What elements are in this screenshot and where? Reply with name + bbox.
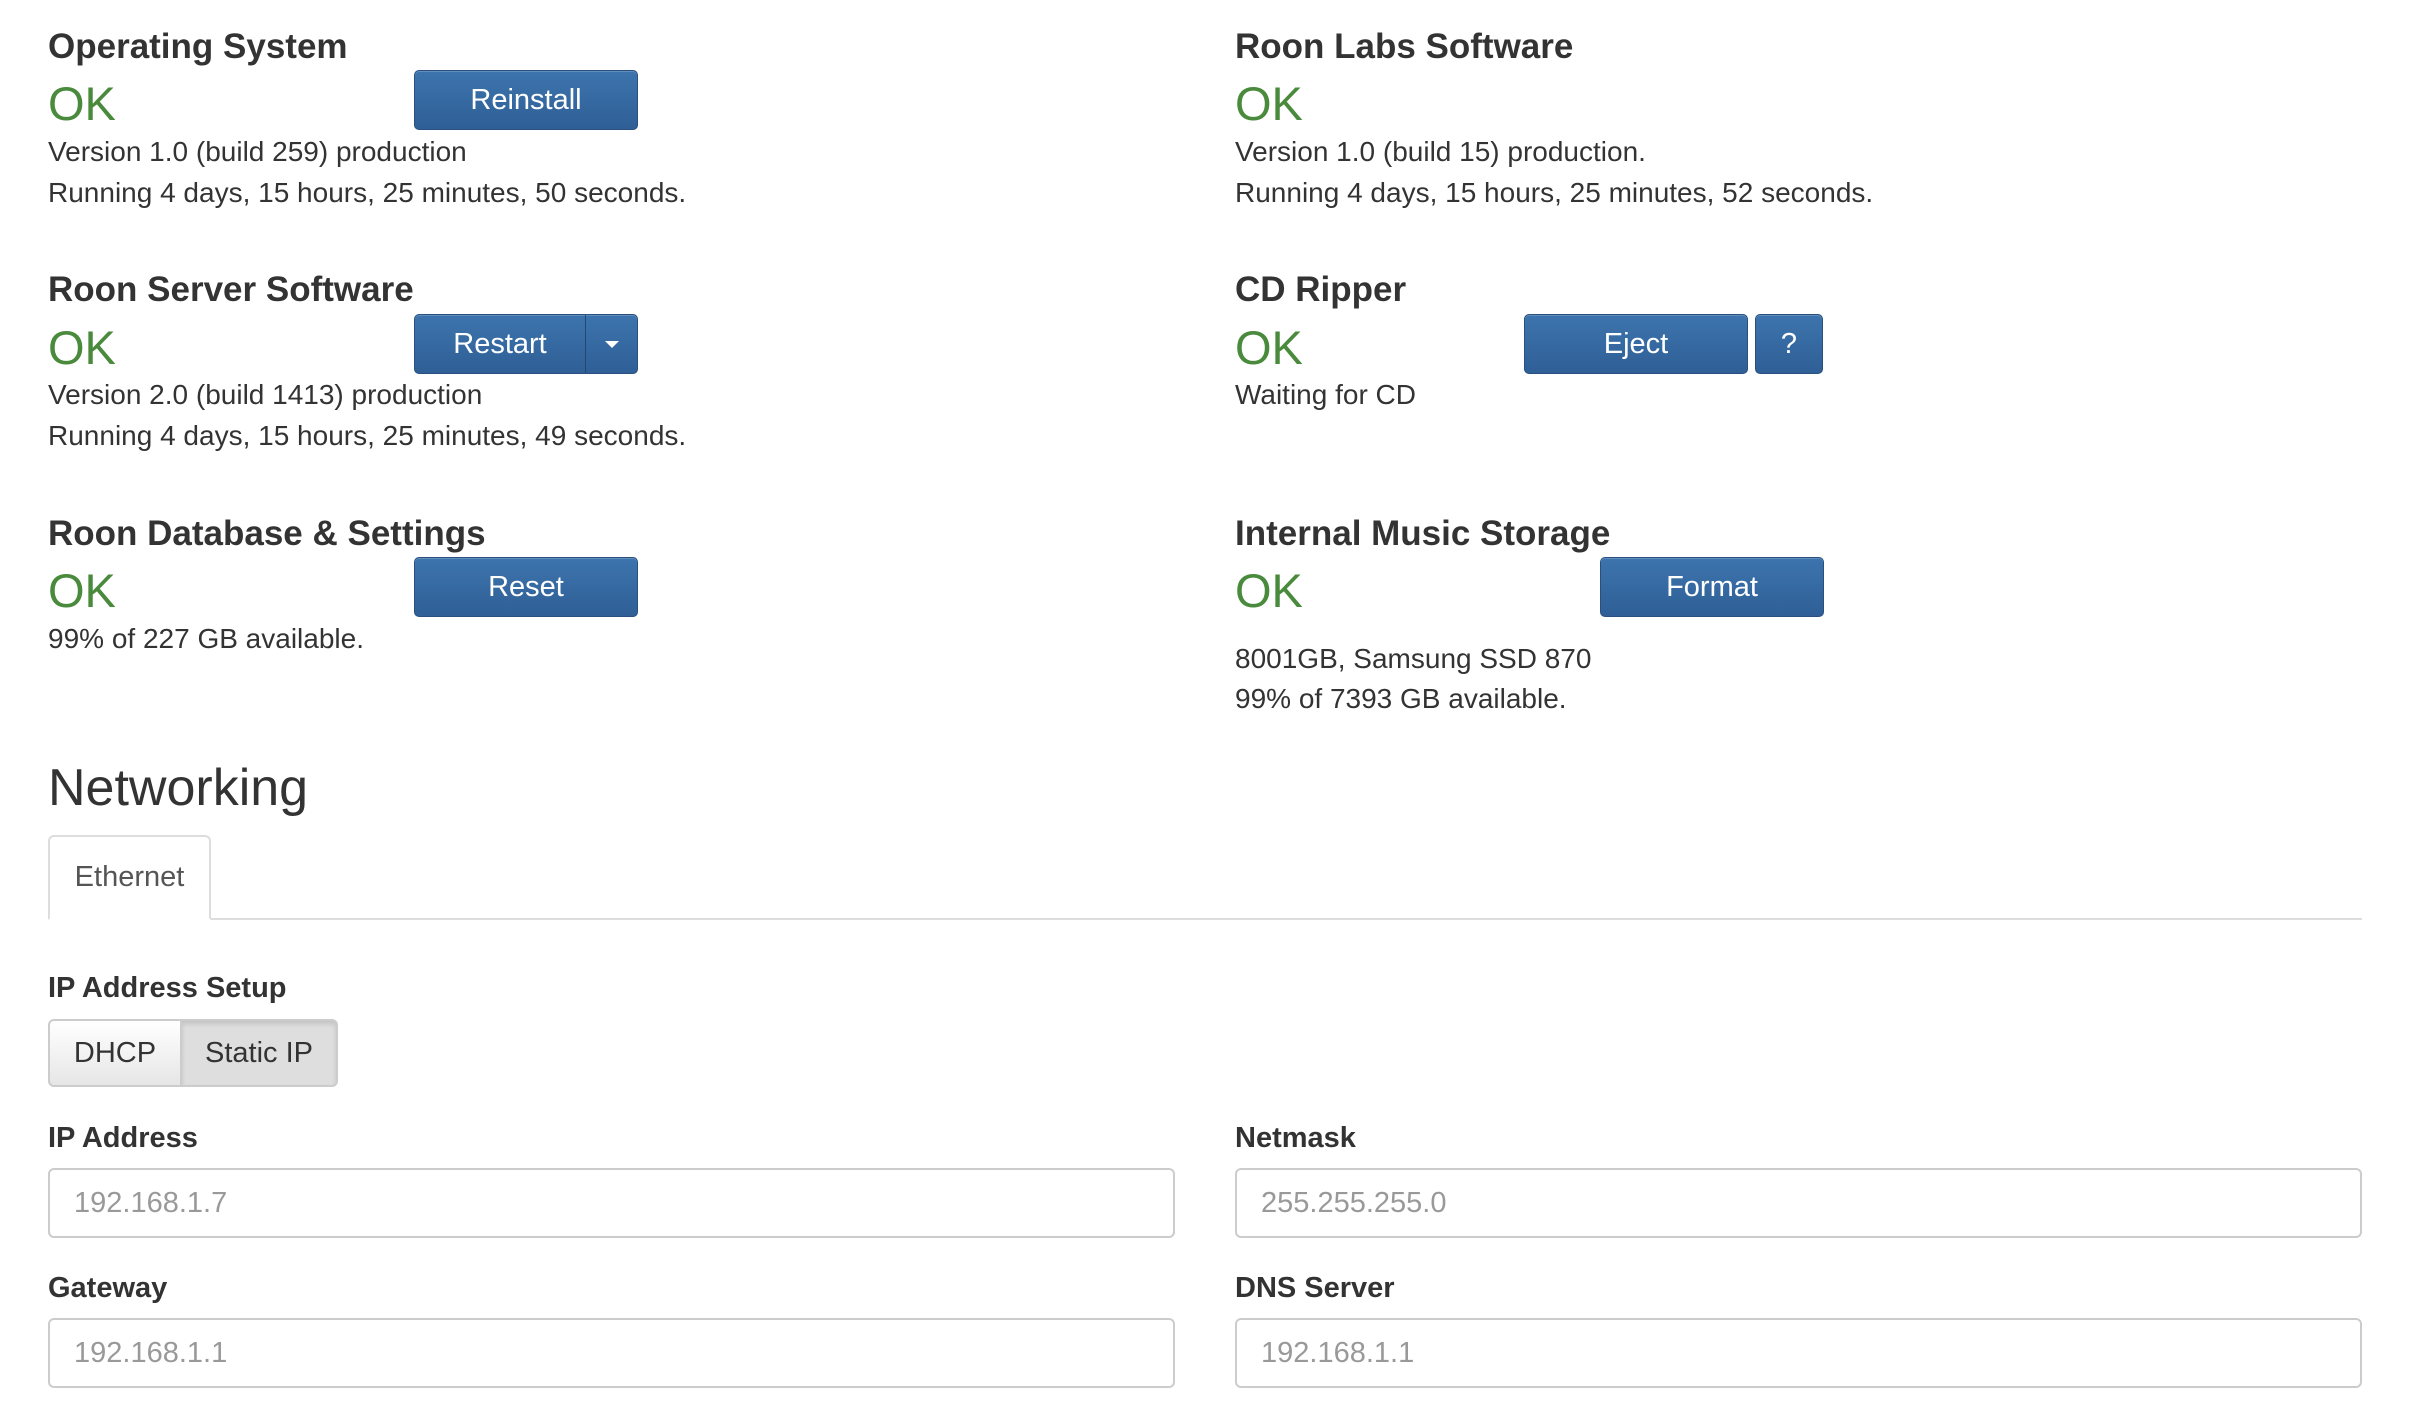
ip-address-label: IP Address — [48, 1122, 198, 1154]
os-status: OK — [48, 77, 116, 130]
dns-server-input[interactable] — [1235, 1318, 2362, 1388]
storage-device: 8001GB, Samsung SSD 870 — [1235, 643, 1592, 674]
db-space: 99% of 227 GB available. — [48, 623, 364, 654]
storage-space: 99% of 7393 GB available. — [1235, 683, 1567, 714]
labs-status: OK — [1235, 77, 1303, 130]
labs-title: Roon Labs Software — [1235, 27, 1574, 66]
os-uptime: Running 4 days, 15 hours, 25 minutes, 50… — [48, 177, 687, 208]
cd-status: OK — [1235, 321, 1303, 374]
restart-split-button: Restart — [414, 314, 638, 374]
tabs-divider — [48, 918, 2362, 920]
dns-server-label: DNS Server — [1235, 1272, 1395, 1304]
ip-setup-label: IP Address Setup — [48, 972, 287, 1004]
gateway-label: Gateway — [48, 1272, 168, 1304]
dhcp-button[interactable]: DHCP — [48, 1019, 182, 1087]
db-status: OK — [48, 564, 116, 617]
restart-button[interactable]: Restart — [414, 314, 586, 374]
ip-address-input[interactable] — [48, 1168, 1175, 1238]
server-version: Version 2.0 (build 1413) production — [48, 379, 483, 410]
networking-heading: Networking — [48, 759, 309, 817]
format-button[interactable]: Format — [1600, 557, 1824, 617]
storage-status: OK — [1235, 564, 1303, 617]
static-ip-button[interactable]: Static IP — [182, 1019, 338, 1087]
labs-uptime: Running 4 days, 15 hours, 25 minutes, 52… — [1235, 177, 1874, 208]
gateway-input[interactable] — [48, 1318, 1175, 1388]
cd-state: Waiting for CD — [1235, 379, 1417, 410]
ip-mode-toggle: DHCP Static IP — [48, 1019, 338, 1087]
help-button[interactable]: ? — [1755, 314, 1823, 374]
reset-button[interactable]: Reset — [414, 557, 638, 617]
labs-version: Version 1.0 (build 15) production. — [1235, 136, 1646, 167]
eject-button[interactable]: Eject — [1524, 314, 1748, 374]
db-title: Roon Database & Settings — [48, 514, 486, 553]
server-uptime: Running 4 days, 15 hours, 25 minutes, 49… — [48, 420, 687, 451]
server-status: OK — [48, 321, 116, 374]
server-title: Roon Server Software — [48, 270, 414, 309]
netmask-label: Netmask — [1235, 1122, 1356, 1154]
netmask-input[interactable] — [1235, 1168, 2362, 1238]
cd-title: CD Ripper — [1235, 270, 1407, 309]
tab-ethernet[interactable]: Ethernet — [48, 835, 211, 920]
os-version: Version 1.0 (build 259) production — [48, 136, 467, 167]
chevron-down-icon — [604, 340, 619, 348]
os-title: Operating System — [48, 27, 348, 66]
reinstall-button[interactable]: Reinstall — [414, 70, 638, 130]
restart-dropdown-toggle[interactable] — [586, 314, 638, 374]
storage-title: Internal Music Storage — [1235, 514, 1611, 553]
